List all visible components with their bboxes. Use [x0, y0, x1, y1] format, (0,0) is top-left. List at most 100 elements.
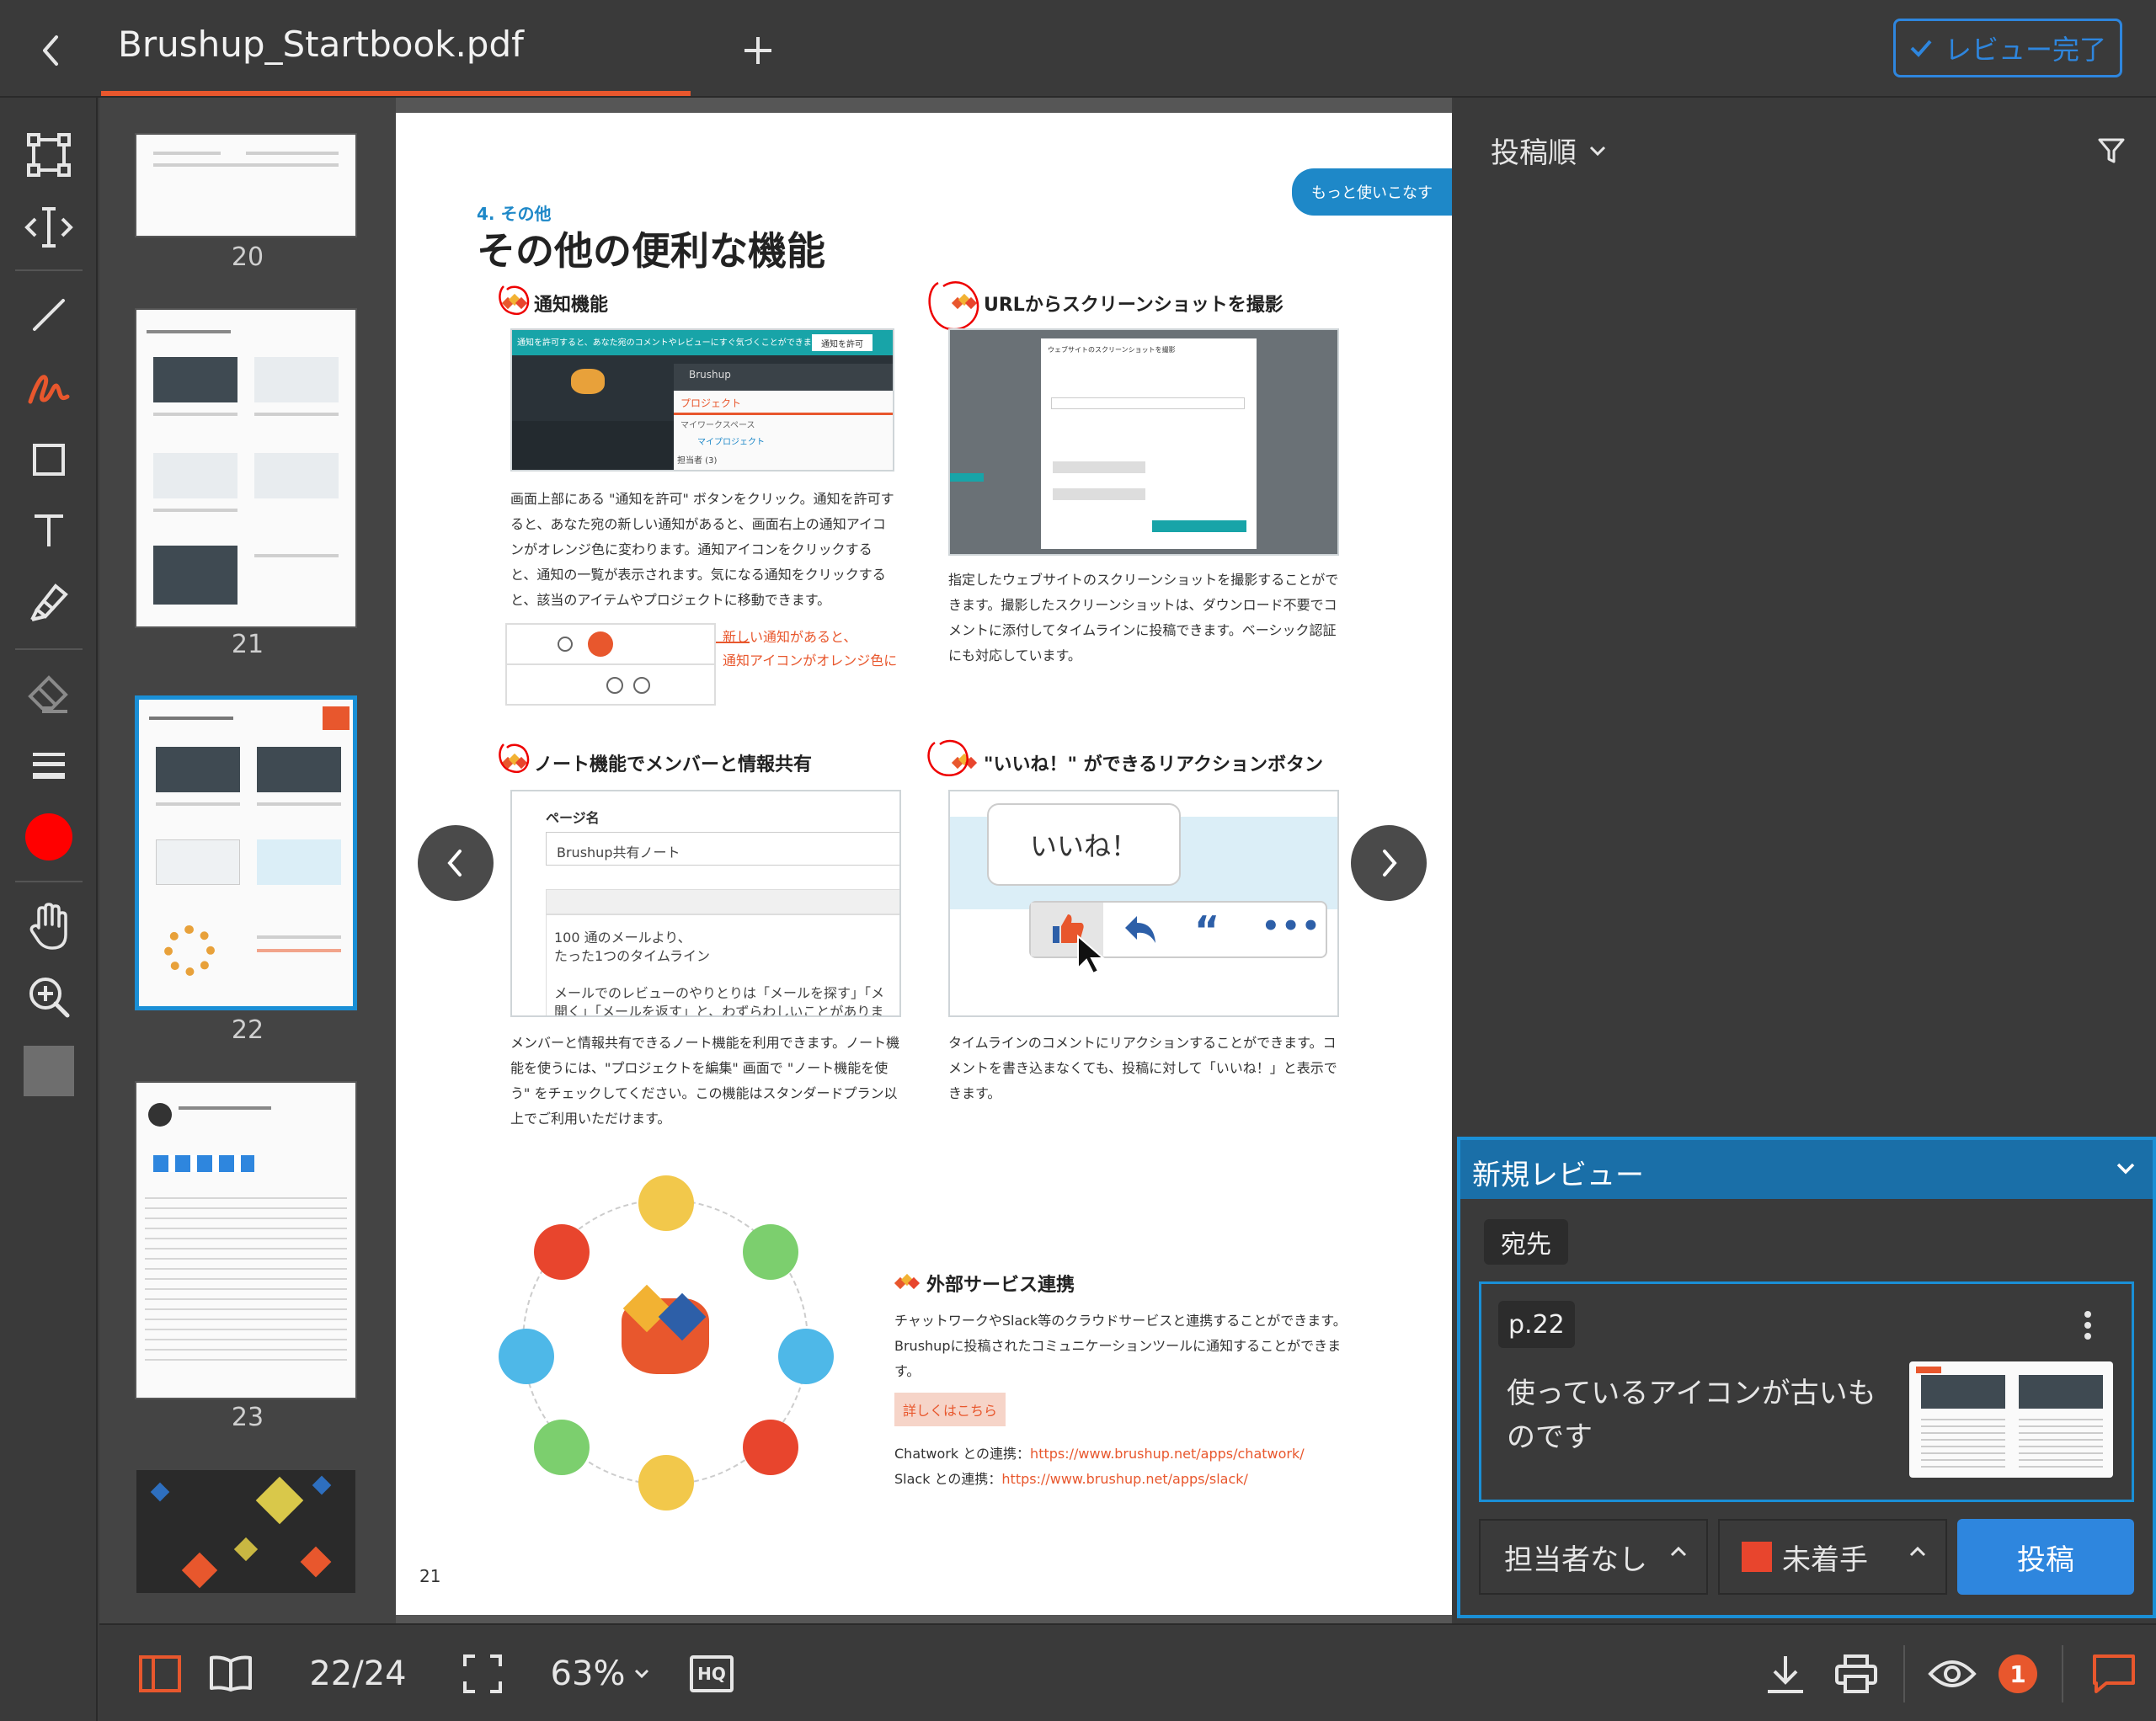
thumbnail-page-22[interactable] [135, 695, 357, 1010]
shot-icon [633, 677, 650, 694]
note-body-line: たった1つのタイムライン [554, 948, 711, 964]
download-button[interactable] [1753, 1625, 1817, 1721]
thumb-line [156, 802, 240, 806]
pdf-page[interactable]: 4. その他 その他の便利な機能 もっと使いこなす 通知機能 通知を許可すると、… [396, 113, 1452, 1615]
print-button[interactable] [1824, 1625, 1888, 1721]
shot-input [1051, 397, 1245, 409]
note-screenshot: ページ名 Brushup共有ノート 100 通のメールより、 たった1つのタイム… [510, 790, 901, 1017]
hand-tool[interactable] [17, 894, 81, 958]
callout-text-1: 新しい通知があると、 [723, 629, 857, 645]
shot-dialog-title: ウェブサイトのスクリーンショットを撮影 [1048, 346, 1176, 354]
plus-icon [744, 37, 771, 64]
shot-allow-button: 通知を許可 [812, 334, 873, 351]
hq-toggle-button[interactable]: HQ [682, 1625, 741, 1721]
feature-reaction-heading: "いいね！" ができるリアクションボタン [951, 749, 1323, 776]
comment-box[interactable]: p.22 使っているアイコンが古いものです [1479, 1281, 2134, 1502]
mobile-service-icon [743, 1420, 798, 1475]
rectangle-tool[interactable] [17, 428, 81, 492]
notification-screenshot: 通知を許可すると、あなた宛のコメントやレビューにすぐ気づくことができます。 通知… [510, 328, 894, 472]
thumbnail-page-20[interactable] [135, 133, 357, 237]
tab-document[interactable]: Brushup_Startbook.pdf [101, 0, 691, 96]
reply-icon [1125, 916, 1155, 943]
shot-icon [606, 677, 623, 694]
thumb-line [254, 413, 339, 416]
thumbnail-page-23[interactable] [135, 1081, 357, 1399]
comment-text[interactable]: 使っているアイコンが古いものです [1507, 1372, 1894, 1459]
more-options-button[interactable] [2071, 1304, 2105, 1346]
note-page-input: Brushup共有ノート [546, 832, 899, 866]
status-select[interactable]: 未着手 [1718, 1519, 1947, 1595]
thumb-graphic [312, 1475, 332, 1495]
color-swatch-icon [25, 813, 72, 860]
toolbar-divider [15, 881, 83, 882]
assignee-value: 担当者なし [1504, 1543, 1647, 1577]
thumb-graphic [300, 1546, 332, 1578]
note-body-line: 100 通のメールより、 [554, 930, 691, 946]
spread-view-button[interactable] [199, 1625, 263, 1721]
chevron-up-icon [1909, 1546, 1926, 1557]
note-body-line: 開く」「メールを返す」と、わずらわしいことがありま [554, 1004, 884, 1017]
color-picker[interactable] [17, 805, 81, 869]
thumb-comment-flag [323, 706, 350, 730]
red-circle-annotation [499, 285, 530, 316]
shot-banner-text: 通知を許可すると、あなた宛のコメントやレビューにすぐ気づくことができます。 [517, 338, 828, 348]
attached-capture-thumbnail[interactable] [1909, 1361, 2113, 1478]
thumbnail-page-21[interactable] [135, 308, 357, 628]
text-select-tool[interactable] [17, 195, 81, 259]
shot-icon [558, 637, 573, 652]
freehand-tool[interactable] [17, 355, 81, 419]
thumb-block [254, 357, 339, 402]
new-review-header[interactable]: 新規レビュー [1460, 1140, 2153, 1199]
visibility-toggle-button[interactable] [1919, 1625, 1986, 1721]
feature-screenshot-desc: 指定したウェブサイトのスクリーンショットを撮影することができます。撮影したスクリ… [948, 572, 1339, 663]
text-tool[interactable] [17, 498, 81, 562]
tablet-service-icon [534, 1420, 590, 1475]
new-review-title: 新規レビュー [1472, 1159, 1644, 1192]
comments-panel-button[interactable] [2082, 1625, 2146, 1721]
thumb-line [153, 509, 237, 512]
next-page-button[interactable] [1351, 825, 1427, 901]
notification-badge[interactable]: 1 [1993, 1625, 2043, 1721]
thumb-block [156, 839, 240, 885]
chatwork-label: Chatwork との連携： [894, 1446, 1031, 1462]
shot-divider [507, 663, 714, 665]
zoom-in-tool[interactable] [17, 965, 81, 1029]
shot-project-text: プロジェクト [680, 397, 742, 409]
page-title: その他の便利な機能 [477, 228, 825, 274]
add-tab-button[interactable] [733, 25, 783, 76]
toggle-sidebar-button[interactable] [128, 1625, 192, 1721]
back-button[interactable] [24, 24, 77, 77]
thumb-lines [1921, 1417, 2005, 1468]
sort-dropdown[interactable]: 投稿順 [1491, 130, 1607, 171]
note-editor-toolbar [546, 889, 899, 914]
fill-tool[interactable] [17, 1039, 81, 1103]
thumb-graphic [153, 1155, 254, 1172]
thumb-graphic [255, 1476, 304, 1525]
callout-text-2: 通知アイコンがオレンジ色に [723, 653, 898, 669]
prev-page-button[interactable] [418, 825, 494, 901]
select-rect-tool[interactable] [17, 123, 81, 187]
collapse-button[interactable] [2109, 1152, 2143, 1186]
thumbnail-page-24[interactable] [135, 1468, 357, 1595]
thumb-line [153, 163, 339, 167]
new-review-form: 新規レビュー 宛先 p.22 使っているアイコンが古いものです 担当者なし 未着… [1457, 1137, 2156, 1618]
zoom-dropdown[interactable]: 63% [537, 1625, 664, 1721]
annotation-toolbar [0, 98, 98, 1721]
chevron-down-icon [635, 1669, 649, 1679]
eraser-tool[interactable] [17, 662, 81, 726]
thumb-table [145, 1192, 347, 1361]
details-link-button: 詳しくはこちら [894, 1393, 1006, 1426]
shot-dialog [1041, 338, 1257, 549]
post-button[interactable]: 投稿 [1957, 1519, 2134, 1595]
line-tool[interactable] [17, 283, 81, 347]
page-badge: もっと使いこなす [1292, 168, 1452, 216]
highlighter-tool[interactable] [17, 569, 81, 633]
text-icon [35, 514, 63, 546]
fullscreen-button[interactable] [453, 1625, 512, 1721]
filter-button[interactable] [2090, 130, 2132, 172]
destination-chip[interactable]: 宛先 [1484, 1219, 1568, 1265]
line-width-tool[interactable] [17, 734, 81, 798]
assignee-select[interactable]: 担当者なし [1479, 1519, 1708, 1595]
page-indicator[interactable]: 22/24 [295, 1625, 421, 1721]
review-done-button[interactable]: レビュー完了 [1893, 19, 2122, 77]
